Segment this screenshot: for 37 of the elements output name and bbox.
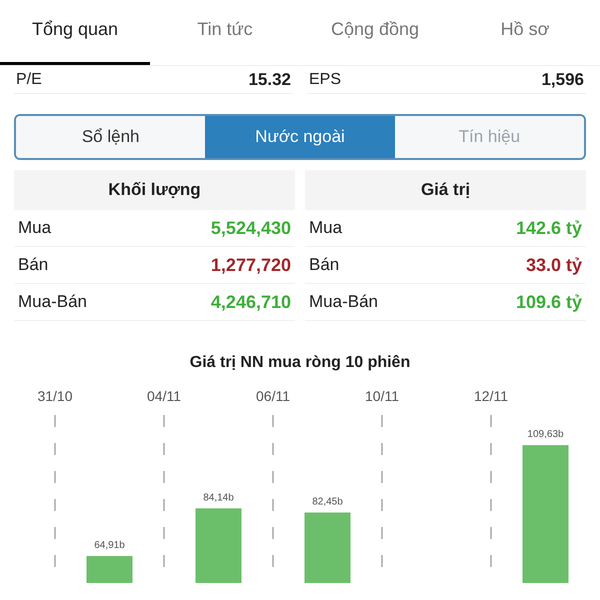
- row-value: 1,277,720: [210, 254, 291, 276]
- row-label: Mua: [309, 217, 342, 240]
- bar-value-label: 64,91b: [94, 540, 125, 552]
- x-axis-label: 06/11: [256, 388, 290, 404]
- tab[interactable]: Cộng đồng: [300, 0, 450, 65]
- row-label: Bán: [18, 254, 48, 276]
- x-axis-label: 12/11: [474, 388, 508, 404]
- table-header: Giá trị: [305, 170, 586, 210]
- bar: [86, 556, 132, 583]
- segment-tab[interactable]: Tín hiệu: [394, 116, 584, 158]
- row-label: Mua-Bán: [18, 291, 87, 314]
- ratio-label: P/E: [16, 70, 42, 90]
- row-value: 33.0 tỷ: [526, 254, 582, 277]
- x-axis-label: 31/10: [37, 388, 73, 404]
- row-value: 109.6 tỷ: [516, 290, 582, 314]
- segment-tab[interactable]: Nước ngoài: [205, 116, 395, 158]
- x-axis-label: 04/11: [147, 388, 181, 404]
- row-label: Mua-Bán: [309, 291, 378, 314]
- row-label: Bán: [309, 254, 340, 276]
- x-axis-label: 10/11: [365, 388, 399, 404]
- tab[interactable]: Tin tức: [150, 0, 300, 65]
- ratio-value: 1,596: [541, 68, 584, 91]
- chart-title: Giá trị NN mua ròng 10 phiên: [190, 353, 410, 373]
- ratio-label: EPS: [309, 70, 342, 90]
- bar-value-label: 82,45b: [312, 496, 343, 508]
- bar: [304, 512, 350, 583]
- table-header: Khối lượng: [14, 170, 295, 210]
- bar-value-label: 84,14b: [203, 492, 234, 504]
- row-value: 5,524,430: [210, 216, 291, 240]
- tab[interactable]: Hồ sơ: [450, 0, 600, 65]
- row-value: 4,246,710: [210, 290, 291, 314]
- ratio-value: 15.32: [248, 68, 291, 91]
- row-value: 142.6 tỷ: [516, 216, 582, 240]
- row-label: Mua: [18, 217, 52, 240]
- segment-tab[interactable]: Sổ lệnh: [16, 116, 206, 158]
- tab[interactable]: Tổng quan: [0, 0, 150, 65]
- bar-value-label: 109,63b: [527, 429, 564, 440]
